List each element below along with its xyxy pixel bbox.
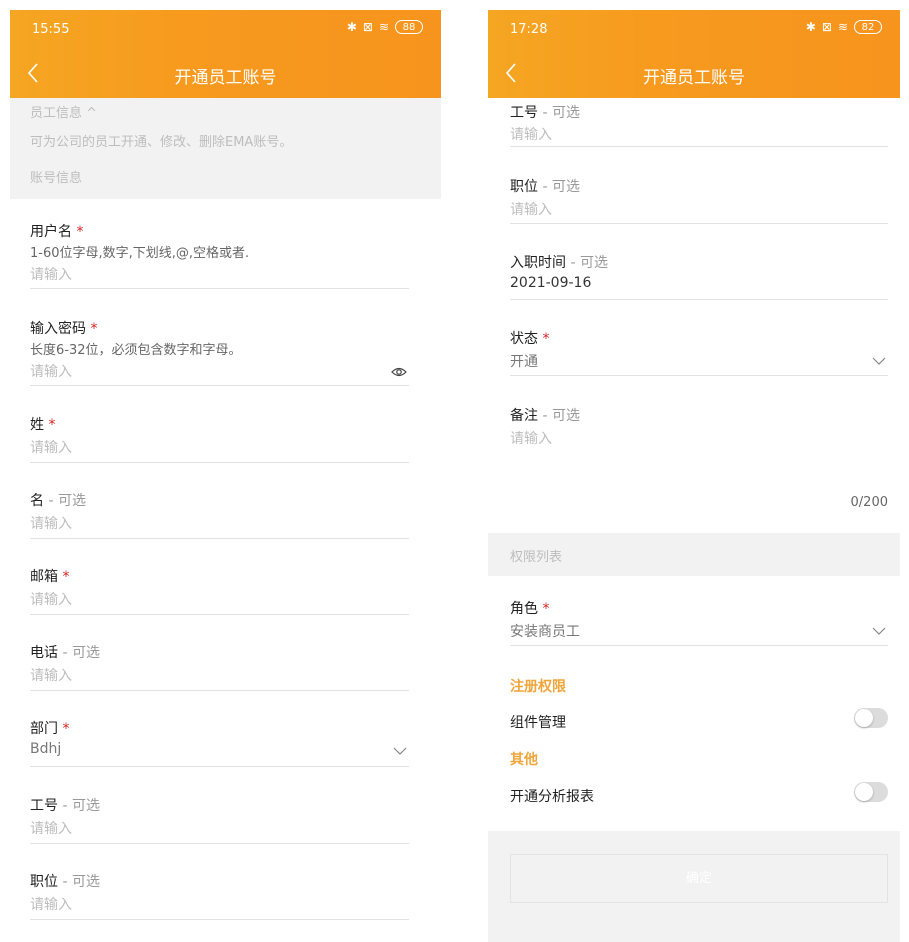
eye-icon[interactable] xyxy=(391,366,407,378)
status-label: 状态 * xyxy=(510,331,550,347)
left-phone-screen: 15:55 ✱ ⊠ ≋ 88 开通员工账号 员工信息 ^ 可为公司的员工开通、修… xyxy=(10,10,441,942)
remark-field: 备注 - 可选 请输入 0/200 xyxy=(510,405,888,515)
employee-info-toggle[interactable]: 员工信息 ^ xyxy=(30,102,97,121)
app-bar: 17:28 ✱ ⊠ ≋ 82 开通员工账号 xyxy=(488,10,900,98)
component-management-toggle[interactable] xyxy=(854,708,888,728)
account-info-heading: 账号信息 xyxy=(30,171,83,186)
username-label: 用户名 * xyxy=(30,224,84,240)
position-field: 职位 - 可选 请输入 xyxy=(30,871,409,920)
page-title: 开通员工账号 xyxy=(643,68,745,88)
employee-no-field: 工号 - 可选 请输入 xyxy=(30,795,409,844)
employee-info-description: 可为公司的员工开通、修改、删除EMA账号。 xyxy=(30,135,293,150)
last-name-field: 姓 * 请输入 xyxy=(30,414,409,463)
position-input[interactable]: 请输入 xyxy=(30,894,72,914)
bluetooth-icon: ✱ xyxy=(805,20,816,34)
position-label: 职位 - 可选 xyxy=(30,874,100,890)
remark-textarea[interactable]: 请输入 xyxy=(510,428,552,448)
password-field: 输入密码 * 长度6-32位，必须包含数字和字母。 请输入 xyxy=(30,318,409,386)
username-hint: 1-60位字母,数字,下划线,@,空格或者. xyxy=(30,246,250,261)
bluetooth-icon: ✱ xyxy=(346,20,357,34)
permissions-section: 权限列表 xyxy=(488,533,900,576)
phone-label: 电话 - 可选 xyxy=(30,645,100,661)
last-name-input[interactable]: 请输入 xyxy=(30,437,72,457)
analysis-report-toggle[interactable] xyxy=(854,782,888,802)
remark-counter: 0/200 xyxy=(850,495,888,510)
page-title: 开通员工账号 xyxy=(174,68,277,88)
navigation-bar: 开通员工账号 xyxy=(488,50,900,98)
sim-icon: ⊠ xyxy=(821,20,832,34)
position-label: 职位 - 可选 xyxy=(510,179,580,195)
wifi-icon: ≋ xyxy=(378,20,389,34)
other-heading: 其他 xyxy=(510,752,538,768)
status-icons: ✱ ⊠ ≋ 88 xyxy=(347,20,423,34)
status-icons: ✱ ⊠ ≋ 82 xyxy=(806,20,882,34)
last-name-label: 姓 * xyxy=(30,417,56,433)
role-label: 角色 * xyxy=(510,601,550,617)
toggle-knob xyxy=(855,783,873,801)
phone-field: 电话 - 可选 请输入 xyxy=(30,642,409,691)
password-input[interactable]: 请输入 xyxy=(30,361,72,381)
department-select[interactable]: Bdhj xyxy=(30,741,61,757)
battery-icon: 88 xyxy=(395,20,423,34)
navigation-bar: 开通员工账号 xyxy=(10,50,441,98)
department-field[interactable]: 部门 * Bdhj xyxy=(30,718,409,767)
sim-icon: ⊠ xyxy=(362,20,373,34)
component-management-label: 组件管理 xyxy=(510,715,566,731)
registration-permissions-heading: 注册权限 xyxy=(510,679,566,695)
employee-no-field: 工号 - 可选 请输入 xyxy=(510,102,888,147)
form-content: 员工信息 ^ 可为公司的员工开通、修改、删除EMA账号。 账号信息 用户名 * … xyxy=(10,98,441,942)
permissions-heading: 权限列表 xyxy=(510,550,563,565)
first-name-label: 名 - 可选 xyxy=(30,493,86,509)
employee-info-section: 员工信息 ^ 可为公司的员工开通、修改、删除EMA账号。 账号信息 xyxy=(10,98,441,199)
form-content: 工号 - 可选 请输入 职位 - 可选 请输入 入职时间 - 可选 2021-0… xyxy=(488,98,900,942)
app-bar: 15:55 ✱ ⊠ ≋ 88 开通员工账号 xyxy=(10,10,441,98)
email-field: 邮箱 * 请输入 xyxy=(30,566,409,615)
status-field[interactable]: 状态 * 开通 xyxy=(510,328,888,376)
email-input[interactable]: 请输入 xyxy=(30,589,72,609)
status-time: 15:55 xyxy=(32,22,70,37)
position-input[interactable]: 请输入 xyxy=(510,199,552,219)
username-input[interactable]: 请输入 xyxy=(30,264,72,284)
right-phone-screen: 17:28 ✱ ⊠ ≋ 82 开通员工账号 工号 - 可选 请输入 职位 - 可… xyxy=(488,10,900,942)
status-time: 17:28 xyxy=(510,22,548,37)
role-select[interactable]: 安装商员工 xyxy=(510,621,580,641)
remark-label: 备注 - 可选 xyxy=(510,408,580,424)
first-name-field: 名 - 可选 请输入 xyxy=(30,490,409,539)
status-bar: 15:55 ✱ ⊠ ≋ 88 xyxy=(10,10,441,50)
chevron-down-icon xyxy=(393,747,407,755)
hire-date-value[interactable]: 2021-09-16 xyxy=(510,275,591,291)
username-field: 用户名 * 1-60位字母,数字,下划线,@,空格或者. 请输入 xyxy=(30,221,409,289)
chevron-down-icon xyxy=(872,357,886,365)
status-select[interactable]: 开通 xyxy=(510,351,538,371)
employee-no-label: 工号 - 可选 xyxy=(510,105,580,121)
phone-input[interactable]: 请输入 xyxy=(30,665,72,685)
employee-no-label: 工号 - 可选 xyxy=(30,798,100,814)
chevron-down-icon xyxy=(872,627,886,635)
hire-date-field[interactable]: 入职时间 - 可选 2021-09-16 xyxy=(510,252,888,300)
hire-date-label: 入职时间 - 可选 xyxy=(510,255,608,271)
role-field[interactable]: 角色 * 安装商员工 xyxy=(510,598,888,646)
email-label: 邮箱 * xyxy=(30,569,70,585)
toggle-knob xyxy=(855,709,873,727)
password-label: 输入密码 * xyxy=(30,321,98,337)
employee-no-input[interactable]: 请输入 xyxy=(30,818,72,838)
status-bar: 17:28 ✱ ⊠ ≋ 82 xyxy=(488,10,900,50)
battery-icon: 82 xyxy=(854,20,882,34)
analysis-report-label: 开通分析报表 xyxy=(510,789,594,805)
department-label: 部门 * xyxy=(30,721,70,737)
wifi-icon: ≋ xyxy=(837,20,848,34)
first-name-input[interactable]: 请输入 xyxy=(30,513,72,533)
confirm-button[interactable]: 确定 xyxy=(510,854,888,903)
employee-no-input[interactable]: 请输入 xyxy=(510,124,552,144)
password-hint: 长度6-32位，必须包含数字和字母。 xyxy=(30,343,242,358)
position-field: 职位 - 可选 请输入 xyxy=(510,176,888,224)
